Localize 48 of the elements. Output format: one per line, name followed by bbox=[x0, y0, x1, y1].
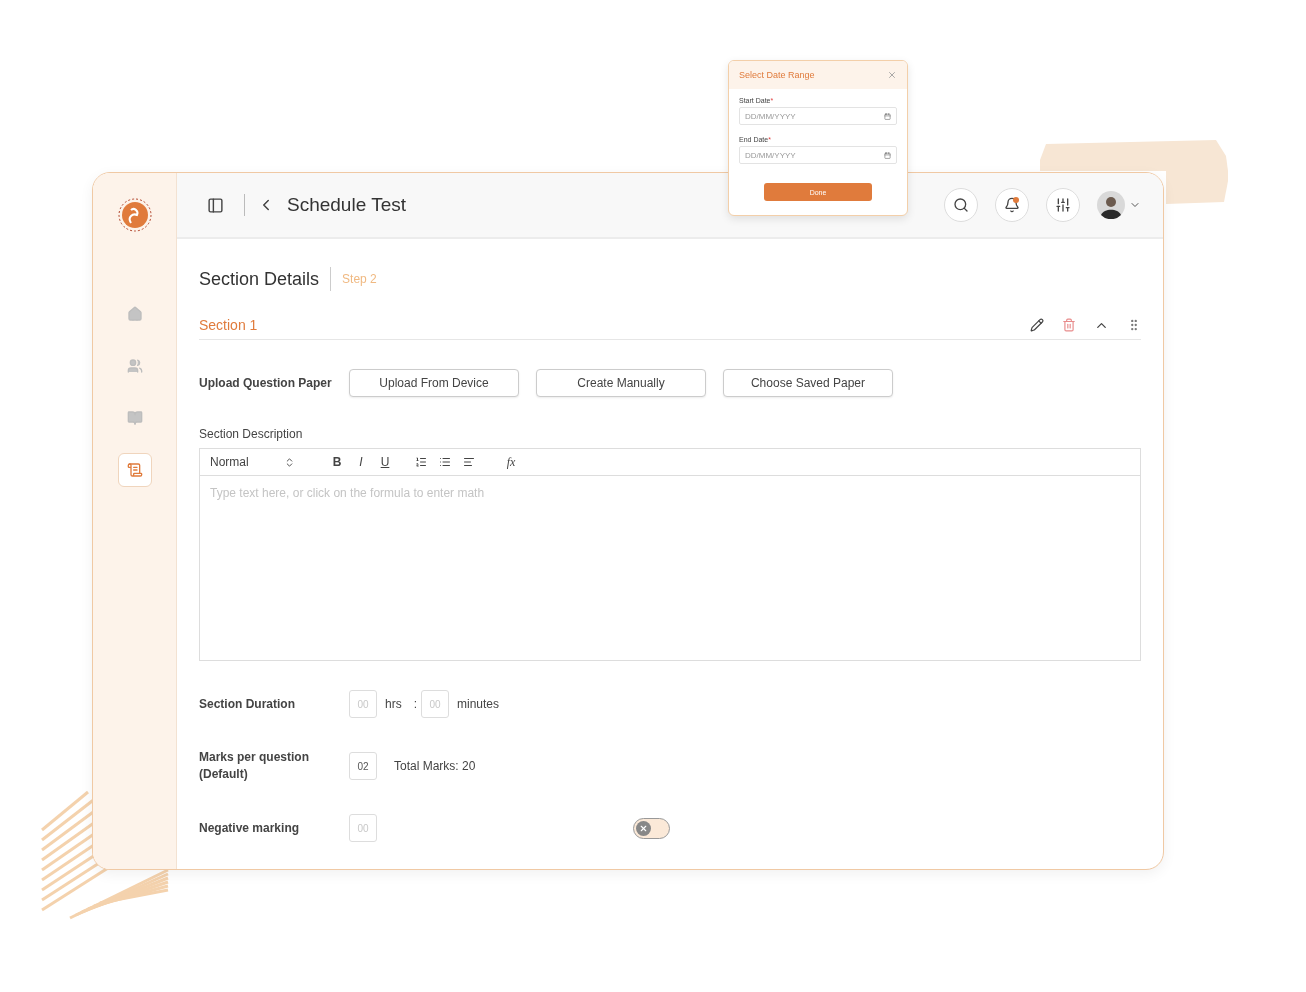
format-select[interactable]: Normal bbox=[210, 455, 295, 469]
date-field[interactable]: DD/MM/YYYY bbox=[739, 146, 897, 164]
field-label: Section Duration bbox=[199, 695, 296, 713]
total-marks: Total Marks: 20 bbox=[394, 759, 476, 773]
logo-icon bbox=[116, 197, 153, 233]
upload-option-button[interactable]: Choose Saved Paper bbox=[723, 369, 893, 397]
date-field[interactable]: DD/MM/YYYY bbox=[739, 107, 897, 125]
updown-icon bbox=[284, 456, 295, 468]
section-title: Section 1 bbox=[199, 317, 259, 333]
marks-input[interactable]: 02 bbox=[349, 752, 377, 780]
field-label: Section Description bbox=[199, 427, 304, 441]
separator: : bbox=[413, 697, 417, 711]
field-label: Upload Question Paper bbox=[199, 374, 333, 392]
step-label: Step 2 bbox=[342, 272, 377, 286]
page-title: Schedule Test bbox=[287, 194, 407, 216]
italic-button[interactable]: I bbox=[349, 455, 373, 469]
close-icon bbox=[639, 823, 648, 833]
formula-button[interactable]: fx bbox=[499, 454, 523, 470]
unit-label: minutes bbox=[457, 697, 500, 711]
section-heading: Section Details bbox=[199, 267, 332, 291]
sidebar-toggle-icon[interactable] bbox=[207, 196, 224, 214]
calendar-icon[interactable] bbox=[884, 112, 891, 120]
upload-option-button[interactable]: Create Manually bbox=[536, 369, 706, 397]
popup-title: Select Date Range bbox=[739, 70, 815, 80]
align-icon[interactable] bbox=[463, 456, 475, 468]
search-button[interactable] bbox=[944, 188, 978, 222]
field-label: Marks per question (Default) bbox=[199, 749, 311, 783]
bold-button[interactable]: B bbox=[325, 455, 349, 469]
ordered-list-icon[interactable] bbox=[415, 456, 427, 468]
bullet-list-icon[interactable] bbox=[439, 456, 451, 468]
bell-icon bbox=[1004, 197, 1020, 213]
field-label: Negative marking bbox=[199, 819, 301, 837]
toggle-switch[interactable] bbox=[633, 817, 670, 839]
sliders-icon bbox=[1055, 197, 1071, 213]
avatar-icon[interactable] bbox=[1097, 191, 1125, 219]
home-icon bbox=[126, 306, 143, 322]
filters-button[interactable] bbox=[1046, 188, 1080, 222]
edit-icon[interactable] bbox=[1030, 318, 1044, 332]
upload-option-button[interactable]: Upload From Device bbox=[349, 369, 519, 397]
underline-button[interactable]: U bbox=[373, 455, 397, 469]
notifications-button[interactable] bbox=[995, 188, 1029, 222]
unit-label: hrs bbox=[385, 697, 402, 711]
sidebar-item[interactable] bbox=[117, 453, 152, 487]
users-icon bbox=[126, 358, 143, 374]
search-icon bbox=[953, 197, 969, 213]
book-icon bbox=[126, 410, 143, 426]
calendar-icon[interactable] bbox=[884, 151, 891, 159]
scroll-icon bbox=[126, 462, 143, 478]
